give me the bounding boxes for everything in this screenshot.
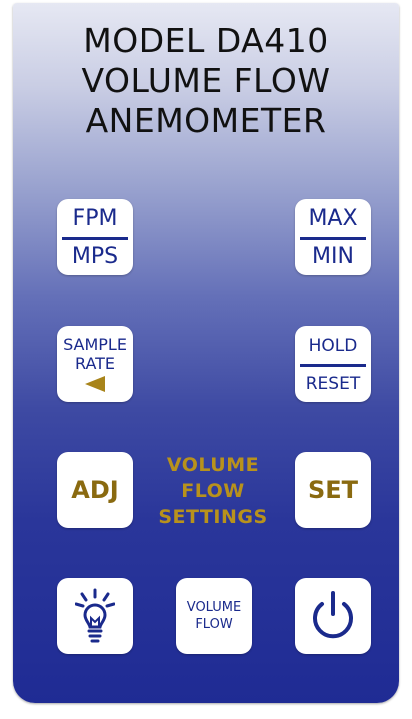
volume-flow-settings-line1: VOLUME xyxy=(166,454,260,476)
product-title-line1: VOLUME FLOW xyxy=(81,61,331,100)
reset-label: RESET xyxy=(305,374,361,394)
min-label: MIN xyxy=(312,244,354,269)
rate-label: RATE xyxy=(74,354,116,373)
mps-label: MPS xyxy=(71,244,119,269)
sample-label: SAMPLE xyxy=(63,335,127,354)
fpm-label: FPM xyxy=(72,206,118,231)
volume-flow-settings-line3: SETTINGS xyxy=(158,506,268,528)
device-panel: MODEL DA410 VOLUME FLOW ANEMOMETER FPM M… xyxy=(13,3,399,703)
volume-flow-settings-line2: FLOW xyxy=(181,480,245,502)
sample-rate-button[interactable]: SAMPLE RATE xyxy=(57,326,133,402)
hold-reset-divider xyxy=(300,364,366,367)
flow-label: FLOW xyxy=(195,617,233,632)
fpm-mps-button[interactable]: FPM MPS xyxy=(57,199,133,275)
hold-label: HOLD xyxy=(308,336,358,356)
adj-button[interactable]: ADJ xyxy=(57,452,133,528)
max-label: MAX xyxy=(308,206,358,231)
light-bulb-icon xyxy=(74,588,116,644)
max-min-button[interactable]: MAX MIN xyxy=(295,199,371,275)
adj-label: ADJ xyxy=(71,476,119,504)
volume-label: VOLUME xyxy=(186,600,242,615)
set-label: SET xyxy=(307,476,359,504)
power-icon xyxy=(309,590,357,642)
backlight-button[interactable] xyxy=(57,578,133,654)
set-button[interactable]: SET xyxy=(295,452,371,528)
left-arrow-icon xyxy=(85,376,105,392)
hold-reset-button[interactable]: HOLD RESET xyxy=(295,326,371,402)
max-min-divider xyxy=(300,237,366,240)
product-title-line2: ANEMOMETER xyxy=(85,101,327,140)
volume-flow-button[interactable]: VOLUME FLOW xyxy=(176,578,252,654)
model-title: MODEL DA410 xyxy=(83,21,329,60)
power-button[interactable] xyxy=(295,578,371,654)
fpm-mps-divider xyxy=(62,237,128,240)
